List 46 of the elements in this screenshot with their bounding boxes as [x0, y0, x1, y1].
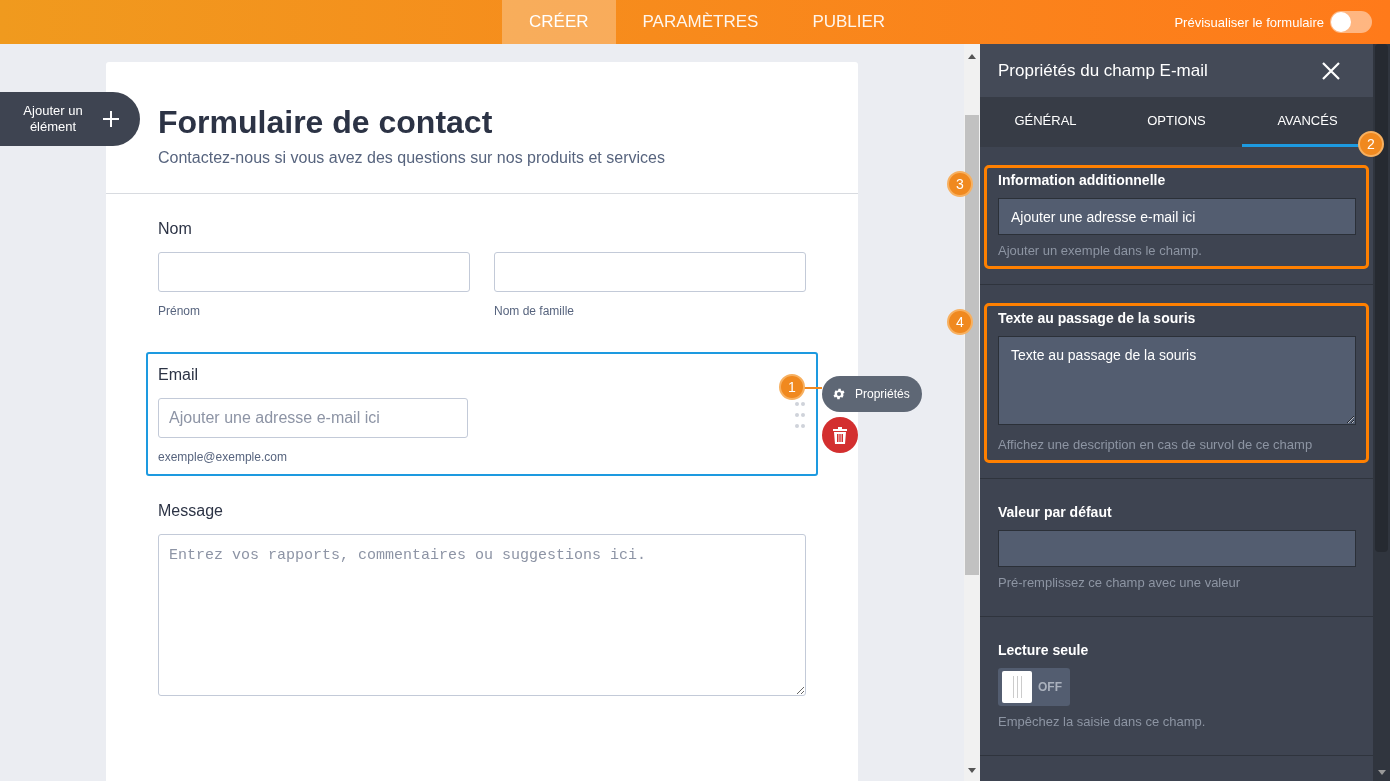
callout-marker: 1: [779, 374, 805, 400]
property-input[interactable]: [998, 530, 1356, 567]
scrollbar[interactable]: [964, 44, 980, 781]
field-label: Message: [158, 502, 224, 520]
message-field[interactable]: Entrez vos rapports, commentaires ou suggestions ici.: [158, 534, 806, 696]
scrollbar[interactable]: [1373, 44, 1390, 781]
form-subtitle: Contactez-nous si vous avez des questions sur nos produits et services: [158, 149, 666, 167]
email-field[interactable]: Ajouter une adresse e-mail ici: [158, 398, 468, 438]
property-hint: Affichez une description en cas de survol de ce champ: [998, 437, 1314, 452]
scroll-up-icon[interactable]: [968, 54, 976, 59]
panel-tab[interactable]: OPTIONS: [1111, 97, 1242, 147]
property-hint: Ajouter un exemple dans le champ.: [998, 243, 1203, 258]
form-title: Formulaire de contact: [158, 104, 494, 141]
input-field[interactable]: [494, 252, 806, 292]
form-field[interactable]: Nom Prénom Nom de famille: [146, 216, 818, 330]
leader-line: [804, 387, 822, 389]
field-label: Nom: [158, 220, 193, 238]
field-label: Email: [158, 366, 199, 384]
close-icon[interactable]: [1322, 61, 1340, 80]
add-element-button[interactable]: Ajouter un élément: [0, 92, 140, 146]
panel-title: Propriétés du champ E-mail: [998, 60, 1208, 81]
property-textarea[interactable]: Texte au passage de la souris: [998, 336, 1356, 425]
property-label: Lecture seule: [998, 642, 1090, 658]
property-hint: Pré-remplissez ce champ avec une valeur: [998, 575, 1242, 590]
scroll-down-icon[interactable]: [1378, 770, 1386, 775]
settings-icon: [832, 387, 846, 401]
property-label: Information additionnelle: [998, 172, 1167, 188]
field-sublabel: Nom de famille: [494, 304, 576, 318]
drag-handle-icon[interactable]: [794, 400, 806, 430]
property-label: Valeur par défaut: [998, 504, 1113, 520]
property-hint: Empêchez la saisie dans ce champ.: [998, 714, 1207, 729]
preview-toggle[interactable]: [1330, 11, 1372, 33]
trash-icon: [833, 426, 847, 444]
input-field[interactable]: [158, 252, 470, 292]
plus-icon: [102, 110, 120, 128]
properties-button[interactable]: Propriétés: [822, 376, 922, 412]
preview-label: Prévisualiser le formulaire: [1174, 14, 1324, 30]
scroll-down-icon[interactable]: [968, 768, 976, 773]
field-sublabel: exemple@exemple.com: [158, 450, 288, 464]
delete-button[interactable]: [822, 417, 858, 453]
field-sublabel: Prénom: [158, 304, 202, 318]
property-input[interactable]: Ajouter une adresse e-mail ici: [998, 198, 1356, 235]
callout-marker: 2: [1358, 131, 1384, 157]
property-label: Texte au passage de la souris: [998, 310, 1197, 326]
form-field[interactable]: Message Entrez vos rapports, commentaires ou suggestions ici.: [146, 498, 818, 712]
panel-tab[interactable]: GÉNÉRAL: [980, 97, 1111, 147]
